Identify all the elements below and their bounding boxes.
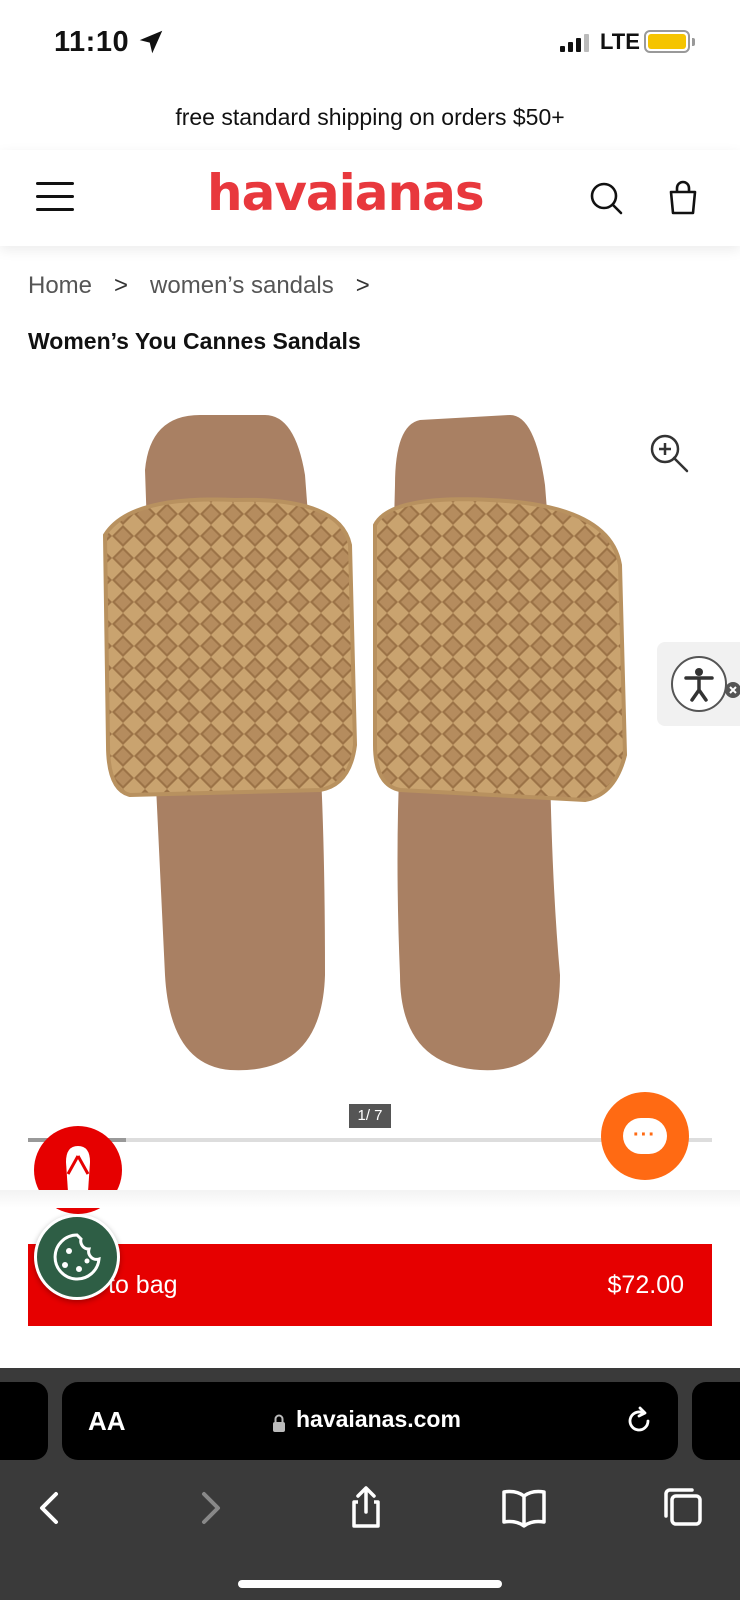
- browser-toolbar: AA havaianas.com: [0, 1368, 740, 1600]
- cookie-icon: [53, 1233, 101, 1281]
- next-tab-preview[interactable]: [692, 1382, 740, 1460]
- back-icon[interactable]: [22, 1480, 78, 1536]
- status-time: 11:10: [54, 26, 130, 58]
- share-icon[interactable]: [338, 1480, 394, 1536]
- reader-aa-button[interactable]: AA: [88, 1406, 126, 1437]
- address-bar[interactable]: AA havaianas.com: [62, 1382, 678, 1460]
- signal-icon: [560, 34, 589, 52]
- status-bar: 11:10 LTE: [0, 0, 740, 86]
- location-arrow-icon: [139, 30, 163, 54]
- brand-logo[interactable]: havaianas: [207, 164, 485, 222]
- bookmarks-icon[interactable]: [496, 1480, 552, 1536]
- breadcrumb-home[interactable]: Home: [28, 272, 92, 300]
- accessibility-icon: [671, 656, 727, 712]
- hamburger-menu-icon[interactable]: [36, 182, 74, 212]
- tabs-icon[interactable]: [656, 1480, 712, 1536]
- product-price: $72.00: [607, 1270, 684, 1299]
- chevron-right-icon: >: [355, 272, 370, 299]
- image-counter: 1/ 7: [349, 1104, 391, 1128]
- product-gallery[interactable]: [0, 400, 740, 1100]
- reload-icon[interactable]: [622, 1404, 656, 1438]
- zoom-in-icon[interactable]: [648, 432, 690, 474]
- url-text: havaianas.com: [296, 1406, 461, 1432]
- breadcrumb: Home > women’s sandals >: [28, 272, 392, 300]
- home-indicator: [238, 1580, 502, 1588]
- network-label: LTE: [600, 29, 640, 54]
- cookie-settings-button[interactable]: [34, 1214, 120, 1300]
- lock-icon: [273, 1414, 285, 1432]
- close-icon[interactable]: [725, 682, 740, 698]
- addbar-divider: [0, 1190, 740, 1208]
- site-header: havaianas: [0, 150, 740, 246]
- previous-tab-preview[interactable]: [0, 1382, 48, 1460]
- product-title: Women’s You Cannes Sandals: [28, 328, 361, 354]
- shopping-bag-icon[interactable]: [666, 180, 700, 216]
- accessibility-person-icon: [684, 668, 714, 702]
- chat-bubble-icon: ···: [623, 1118, 667, 1154]
- product-image: [102, 415, 628, 1071]
- forward-icon[interactable]: [182, 1480, 238, 1536]
- chat-button[interactable]: ···: [601, 1092, 689, 1180]
- breadcrumb-womens-sandals[interactable]: women’s sandals: [150, 272, 334, 300]
- add-to-bag-button[interactable]: to bag $72.00: [28, 1244, 712, 1326]
- battery-tip: [692, 38, 695, 46]
- search-icon[interactable]: [588, 180, 624, 216]
- browser-nav-row: [0, 1480, 740, 1540]
- accessibility-widget-button[interactable]: [657, 642, 740, 726]
- chevron-right-icon: >: [114, 272, 129, 299]
- battery-icon: [644, 30, 690, 53]
- add-to-bag-label: to bag: [108, 1270, 178, 1299]
- promo-banner[interactable]: free standard shipping on orders $50+: [0, 92, 740, 148]
